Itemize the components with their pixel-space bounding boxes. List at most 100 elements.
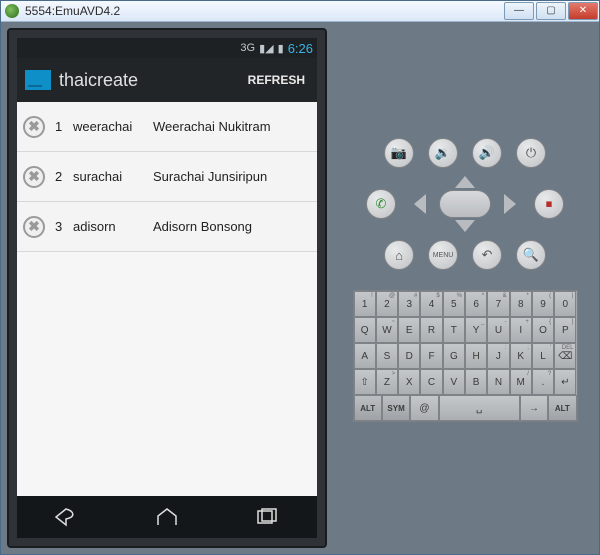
nav-home-icon[interactable] [154,507,180,527]
keyboard-key[interactable]: F [420,343,442,369]
keyboard-key[interactable]: L' [532,343,554,369]
keyboard-key[interactable]: @ [410,395,438,421]
row-username: weerachai [73,119,153,134]
emulator-side-panel: 📷 🔉 🔊 ⏻ ✆ ⏹ ⌂ [337,28,593,548]
keyboard-key[interactable]: 1! [354,291,376,317]
keyboard-key[interactable]: 5% [443,291,465,317]
keyboard-key[interactable]: 0) [554,291,576,317]
row-username: adisorn [73,219,153,234]
hw-power-button[interactable]: ⏻ [516,138,546,168]
delete-icon[interactable]: ✖ [23,216,45,238]
list-item[interactable]: ✖ 3 adisorn Adisorn Bonsong [17,202,317,252]
hw-volume-down-button[interactable]: 🔉 [428,138,458,168]
emulator-icon [5,4,19,18]
keyboard-key[interactable]: I+ [510,317,532,343]
delete-icon[interactable]: ✖ [23,116,45,138]
keyboard-key[interactable]: R [420,317,442,343]
hw-volume-up-button[interactable]: 🔊 [472,138,502,168]
window-maximize-button[interactable]: ▢ [536,2,566,20]
nav-recent-icon[interactable] [254,507,280,527]
keyboard-key[interactable]: K; [510,343,532,369]
dpad-center[interactable] [439,190,491,218]
keyboard-key[interactable]: .? [532,369,554,395]
keyboard-key[interactable]: U- [487,317,509,343]
keyboard-key[interactable]: 2@ [376,291,398,317]
signal-icon: ▮◢ [259,42,274,55]
keyboard-key[interactable]: ⌫DEL [554,343,576,369]
keyboard-key[interactable]: O{ [532,317,554,343]
keyboard-key[interactable]: B [465,369,487,395]
keyboard-key[interactable]: H [465,343,487,369]
status-clock: 6:26 [288,41,313,56]
hw-camera-button[interactable]: 📷 [384,138,414,168]
keyboard-key[interactable]: ⇧ [354,369,376,395]
nav-back-icon[interactable] [54,507,80,527]
keyboard-key[interactable]: Y_ [465,317,487,343]
hw-end-call-button[interactable]: ⏹ [534,189,564,219]
list-item[interactable]: ✖ 1 weerachai Weerachai Nukitram [17,102,317,152]
window-close-button[interactable]: ✕ [568,2,598,20]
row-number: 2 [55,169,73,184]
keyboard-key[interactable]: D [398,343,420,369]
list-item[interactable]: ✖ 2 surachai Surachai Junsiripun [17,152,317,202]
keyboard-key[interactable]: 3# [398,291,420,317]
hw-home-button[interactable]: ⌂ [384,240,414,270]
network-3g-icon: 3G [240,42,255,54]
keyboard-key[interactable]: J: [487,343,509,369]
keyboard-key[interactable]: 7& [487,291,509,317]
app-title: thaicreate [59,70,232,91]
row-number: 3 [55,219,73,234]
keyboard-key[interactable]: P} [554,317,576,343]
device-frame: 3G ▮◢ ▮ 6:26 thaicreate REFRESH ✖ [7,28,327,548]
keyboard-key[interactable]: T [443,317,465,343]
keyboard-key[interactable]: 9( [532,291,554,317]
window-title: 5554:EmuAVD4.2 [25,4,503,18]
keyboard-key[interactable]: ↵ [554,369,576,395]
battery-icon: ▮ [278,42,284,55]
keyboard-key[interactable]: V [443,369,465,395]
device-screen: 3G ▮◢ ▮ 6:26 thaicreate REFRESH ✖ [17,38,317,538]
keyboard-key[interactable]: G [443,343,465,369]
keyboard-key[interactable]: Z> [376,369,398,395]
keyboard-key[interactable]: 4$ [420,291,442,317]
android-status-bar: 3G ▮◢ ▮ 6:26 [17,38,317,58]
keyboard-key[interactable]: C [420,369,442,395]
hw-search-button[interactable]: 🔍 [516,240,546,270]
hw-call-button[interactable]: ✆ [366,189,396,219]
dpad-up[interactable] [455,176,475,188]
keyboard-key[interactable]: M/ [510,369,532,395]
dpad-right[interactable] [504,194,516,214]
keyboard-key[interactable]: ␣ [439,395,520,421]
hw-menu-button[interactable]: MENU [428,240,458,270]
keyboard-key[interactable]: X [398,369,420,395]
keyboard-key[interactable]: A [354,343,376,369]
member-list: ✖ 1 weerachai Weerachai Nukitram ✖ 2 sur… [17,102,317,496]
keyboard-key[interactable]: 6^ [465,291,487,317]
hardware-buttons: 📷 🔉 🔊 ⏻ ✆ ⏹ ⌂ [360,138,570,270]
keyboard-key[interactable]: W~ [376,317,398,343]
row-username: surachai [73,169,153,184]
hw-back-button[interactable]: ↶ [472,240,502,270]
window-minimize-button[interactable]: — [504,2,534,20]
keyboard-key[interactable]: 8* [510,291,532,317]
keyboard-key[interactable]: Q [354,317,376,343]
hw-dpad [410,176,520,232]
keyboard-key[interactable]: ALT [548,395,576,421]
delete-icon[interactable]: ✖ [23,166,45,188]
row-fullname: Weerachai Nukitram [153,119,311,134]
keyboard-key[interactable]: S [376,343,398,369]
hardware-keyboard: 1!2@3#4$5%6^7&8*9(0) QW~ERTY_U-I+O{P} AS… [353,290,578,422]
app-action-bar: thaicreate REFRESH [17,58,317,102]
keyboard-key[interactable]: N [487,369,509,395]
dpad-left[interactable] [414,194,426,214]
keyboard-key[interactable]: → [520,395,548,421]
keyboard-key[interactable]: E [398,317,420,343]
dpad-down[interactable] [455,220,475,232]
keyboard-key[interactable]: SYM [382,395,410,421]
emulator-window: 5554:EmuAVD4.2 — ▢ ✕ 3G ▮◢ ▮ 6:26 thaicr… [0,0,600,555]
refresh-button[interactable]: REFRESH [240,65,313,95]
row-fullname: Surachai Junsiripun [153,169,311,184]
row-fullname: Adisorn Bonsong [153,219,311,234]
window-titlebar: 5554:EmuAVD4.2 — ▢ ✕ [1,1,599,22]
keyboard-key[interactable]: ALT [354,395,382,421]
